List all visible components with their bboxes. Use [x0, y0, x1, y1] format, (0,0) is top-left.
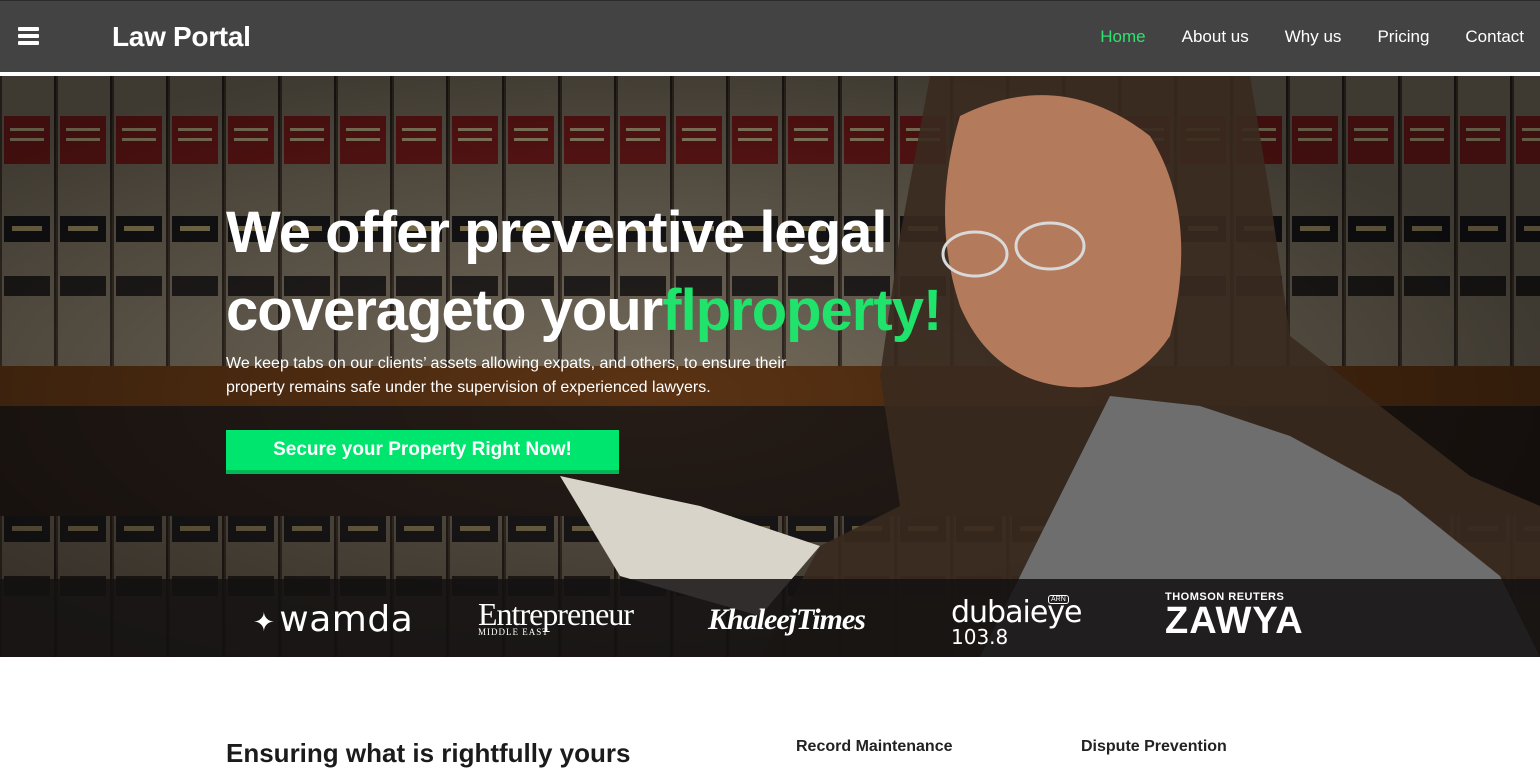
nav-home[interactable]: Home: [1100, 27, 1145, 47]
nav-about-us[interactable]: About us: [1182, 27, 1249, 47]
press-logos-bar: ✦ wamda Entrepreneur MIDDLE EAST KhaleejT…: [0, 579, 1540, 657]
sparkle-icon: ✦: [253, 608, 276, 638]
nav-contact[interactable]: Contact: [1465, 27, 1524, 47]
khaleej-times-logo[interactable]: KhaleejTimes: [708, 603, 866, 637]
feature-dispute-prevention: Dispute Prevention: [1081, 738, 1227, 755]
secure-property-button[interactable]: Secure your Property Right Now!: [226, 430, 619, 474]
zawya-logo[interactable]: THOMSON REUTERS ZAWYA: [1165, 591, 1304, 640]
top-navbar: Law Portal Home About us Why us Pricing …: [0, 0, 1540, 77]
section-title: Ensuring what is rightfully yours: [226, 738, 631, 768]
dubai-eye-logo[interactable]: dubaieye 103.8 ARN: [951, 595, 1082, 647]
hamburger-menu-icon[interactable]: [18, 27, 39, 46]
hero-headline-accent: flproperty!: [662, 278, 942, 343]
hero-subtitle: We keep tabs on our clients’ assets allo…: [226, 355, 787, 396]
hero-headline: We offer preventive legal coverageto your…: [226, 194, 986, 350]
brand-logo[interactable]: Law Portal: [112, 21, 251, 53]
entrepreneur-logo[interactable]: Entrepreneur MIDDLE EAST: [478, 598, 634, 637]
hero-section: We offer preventive legal coverageto your…: [0, 76, 1540, 657]
hero-headline-line2: coverageto your: [226, 278, 663, 343]
main-nav: Home About us Why us Pricing Contact: [1100, 27, 1524, 47]
hero-headline-line1: We offer preventive legal: [226, 200, 887, 265]
feature-record-maintenance: Record Maintenance: [796, 738, 953, 755]
nav-why-us[interactable]: Why us: [1285, 27, 1342, 47]
wamda-logo[interactable]: ✦ wamda: [253, 599, 413, 640]
nav-pricing[interactable]: Pricing: [1377, 27, 1429, 47]
